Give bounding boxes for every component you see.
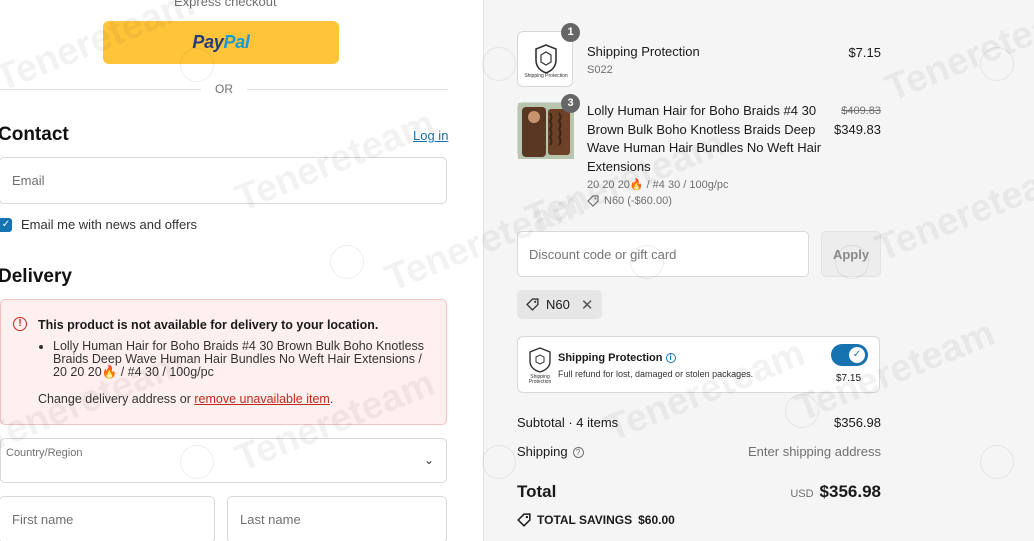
protection-price: $7.15 — [836, 373, 862, 384]
newsletter-checkbox[interactable]: ✓ — [0, 217, 12, 232]
item-variant: 20 20 20🔥 / #4 30 / 100g/pc — [587, 179, 729, 191]
total-label: Total — [517, 482, 557, 501]
item-original-price: $409.83 — [841, 105, 881, 117]
total-value: $356.98 — [819, 482, 881, 501]
protection-toggle[interactable]: ✓ — [831, 344, 868, 366]
chevron-down-icon: ⌄ — [423, 453, 434, 467]
protection-title: Shipping Protection — [558, 352, 663, 364]
subtotal-value: $356.98 — [834, 415, 881, 430]
item-name: Lolly Human Hair for Boho Braids #4 30 B… — [587, 103, 822, 174]
delivery-heading: Delivery — [0, 266, 72, 287]
newsletter-checkbox-row[interactable]: ✓ Email me with news and offers — [0, 217, 197, 232]
shipping-label: Shipping — [517, 444, 568, 459]
info-icon[interactable]: i — [665, 353, 676, 363]
savings-value: $60.00 — [638, 513, 675, 527]
applied-discount-chip: N60 ✕ — [517, 290, 603, 319]
contact-heading: Contact — [0, 124, 69, 145]
express-checkout-label: Express checkout — [174, 0, 277, 9]
first-name-input[interactable] — [0, 497, 214, 541]
last-name-field[interactable] — [227, 496, 447, 541]
email-field[interactable] — [0, 157, 447, 204]
or-divider: OR — [0, 82, 448, 96]
country-region-label: Country/Region — [6, 447, 83, 459]
or-text: OR — [215, 82, 233, 96]
quantity-badge: 1 — [561, 23, 580, 42]
paypal-button[interactable]: Pay Pal — [103, 21, 339, 64]
item-sku: S022 — [587, 64, 613, 76]
protection-description: Full refund for lost, damaged or stolen … — [558, 369, 754, 379]
check-icon: ✓ — [849, 347, 865, 363]
help-icon[interactable]: ? — [572, 447, 584, 458]
quantity-badge: 3 — [561, 94, 580, 113]
item-price: $349.83 — [834, 122, 881, 137]
newsletter-label: Email me with news and offers — [21, 217, 198, 232]
currency-code: USD — [790, 488, 814, 500]
shipping-row: Shipping? — [517, 444, 584, 459]
item-discount: N60 (-$60.00) — [587, 195, 672, 207]
thumb-caption: Shipping Protection — [524, 73, 568, 79]
item-name: Shipping Protection — [587, 44, 700, 59]
item-price: $7.15 — [848, 45, 881, 60]
divider-line — [247, 88, 448, 90]
tag-icon — [587, 195, 599, 207]
email-input[interactable] — [0, 158, 446, 203]
unavailable-item: Lolly Human Hair for Boho Braids #4 30 B… — [53, 340, 438, 379]
total-value-row: USD $356.98 — [790, 482, 881, 502]
shipping-protection-thumbnail: Shipping Protection 1 — [517, 23, 580, 87]
discount-code-input[interactable] — [518, 232, 808, 276]
total-savings-row: TOTAL SAVINGS $60.00 — [517, 513, 675, 527]
paypal-logo-pay: Pay — [192, 32, 224, 52]
country-region-select[interactable]: Country/Region ⌄ — [0, 438, 447, 483]
apply-discount-button[interactable]: Apply — [821, 231, 881, 277]
protection-logo-caption: Shipping Protection — [528, 374, 552, 385]
tag-icon — [517, 513, 531, 527]
discount-code-field[interactable] — [517, 231, 809, 277]
alert-change-text: Change delivery address or remove unavai… — [38, 392, 333, 406]
login-link[interactable]: Log in — [413, 128, 448, 143]
applied-code: N60 — [546, 297, 570, 312]
unavailable-items-list: Lolly Human Hair for Boho Braids #4 30 B… — [53, 340, 438, 379]
shipping-value: Enter shipping address — [748, 444, 881, 459]
item-discount-text: N60 (-$60.00) — [604, 195, 672, 207]
savings-label: TOTAL SAVINGS — [537, 513, 633, 527]
tag-icon — [526, 298, 539, 311]
hair-product-thumbnail: 3 — [517, 94, 580, 159]
remove-discount-icon[interactable]: ✕ — [581, 296, 594, 314]
paypal-logo-pal: Pal — [223, 32, 250, 52]
alert-title: This product is not available for delive… — [38, 318, 379, 332]
checkout-form-column: Express checkout Pay Pal OR Contact Log i… — [0, 0, 483, 541]
divider-line — [0, 88, 201, 90]
change-address-text: Change delivery address or — [38, 392, 195, 406]
delivery-error-banner: ! This product is not available for deli… — [0, 299, 447, 425]
last-name-input[interactable] — [228, 497, 446, 541]
remove-unavailable-item-link[interactable]: remove unavailable item — [194, 392, 330, 406]
shipping-protection-widget: Shipping Protection Shipping Protection … — [517, 336, 880, 393]
error-icon: ! — [13, 317, 27, 331]
first-name-field[interactable] — [0, 496, 215, 541]
alert-period: . — [329, 392, 334, 406]
protection-title-row: Shipping Protection i — [558, 352, 676, 364]
subtotal-label: Subtotal · 4 items — [517, 415, 619, 430]
